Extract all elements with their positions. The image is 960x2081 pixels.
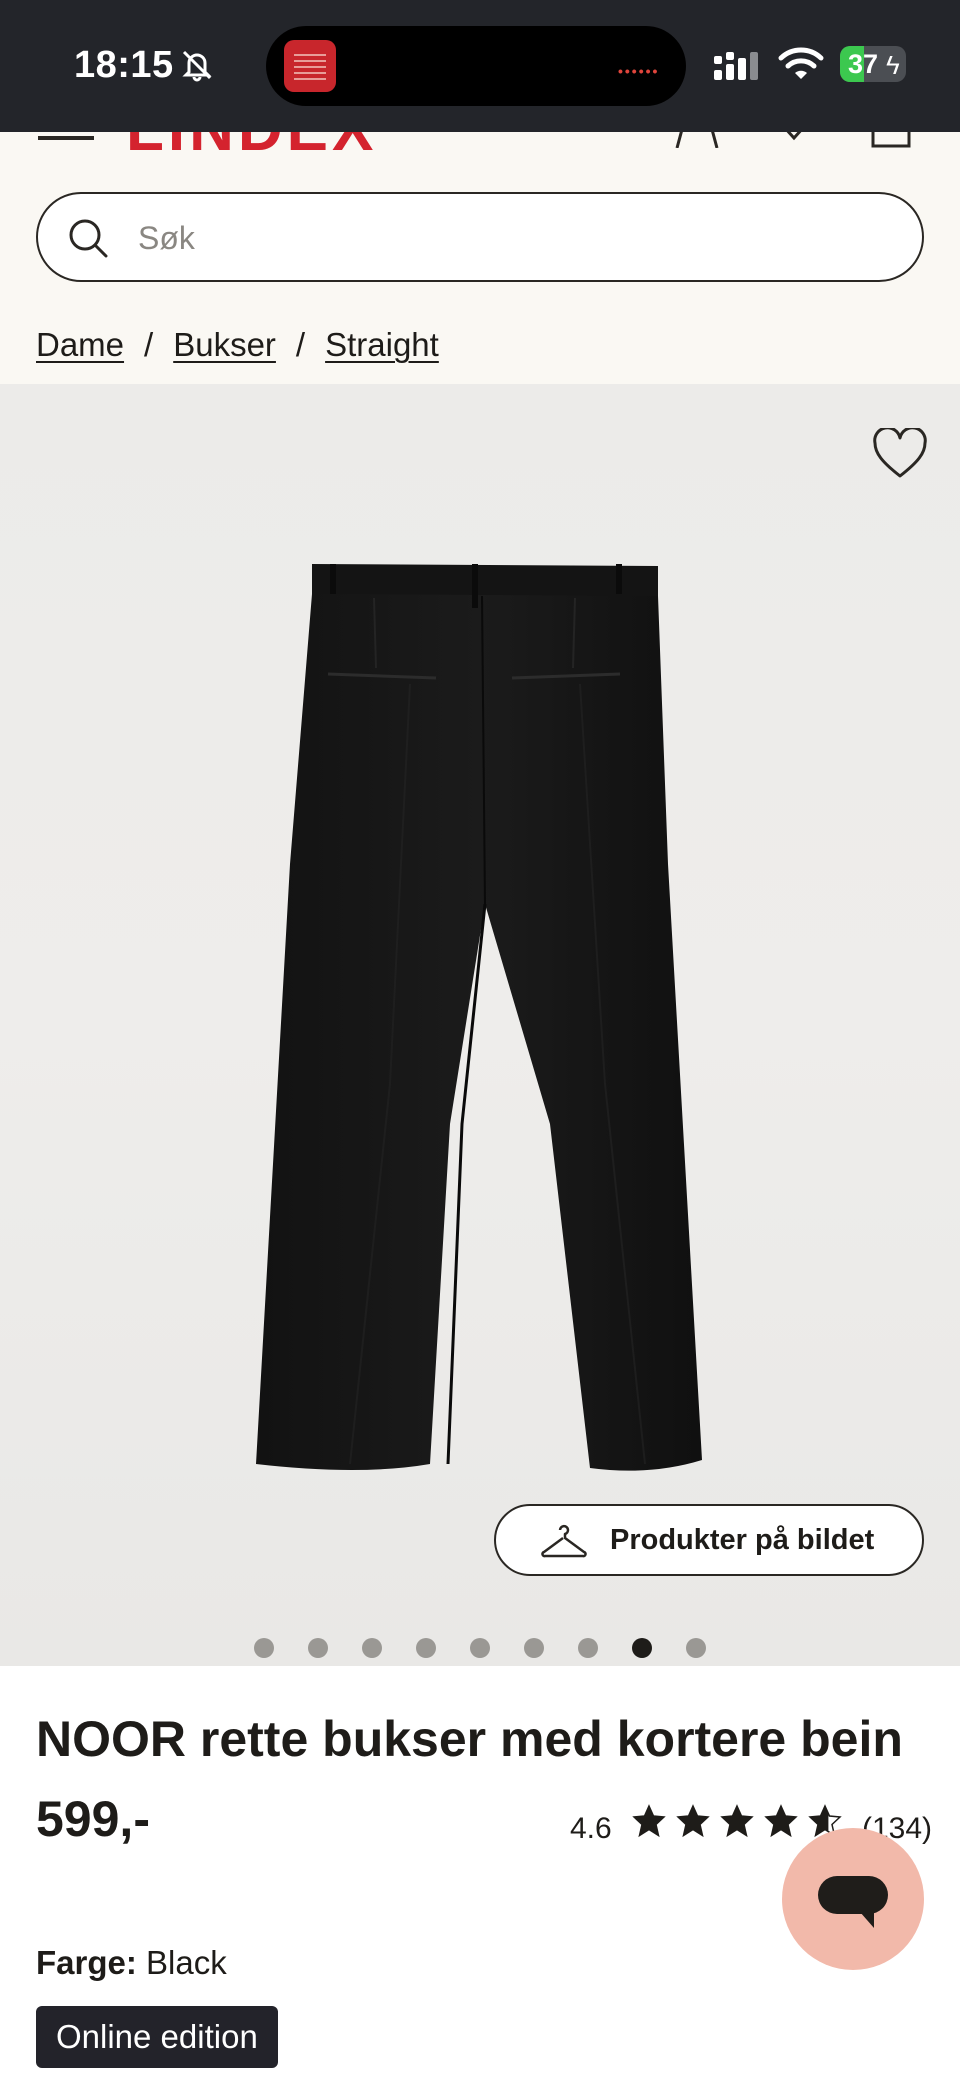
breadcrumb-separator: / — [144, 326, 154, 363]
product-image — [256, 564, 702, 1471]
heart-icon[interactable] — [872, 428, 928, 480]
charging-bolt-icon: ϟ — [886, 50, 900, 80]
rating-value: 4.6 — [570, 1812, 612, 1845]
status-time: 18:15 — [74, 44, 174, 86]
breadcrumb-straight[interactable]: Straight — [325, 326, 439, 364]
gallery-dot[interactable] — [254, 1638, 274, 1658]
breadcrumb: Dame / Bukser / Straight — [36, 326, 439, 364]
battery-percent: 37 — [848, 49, 879, 79]
star-icon — [764, 1804, 798, 1838]
star-icon — [720, 1804, 754, 1838]
gallery-dot[interactable] — [470, 1638, 490, 1658]
gallery-dot[interactable] — [524, 1638, 544, 1658]
site-header: LINDEX Dame / Bukser / Straight — [0, 132, 960, 384]
gallery-dot[interactable] — [632, 1638, 652, 1658]
product-title: NOOR rette bukser med kortere bein — [36, 1711, 903, 1767]
breadcrumb-dame[interactable]: Dame — [36, 326, 124, 364]
dynamic-island: •••••• — [266, 26, 686, 106]
island-activity-dots: •••••• — [618, 63, 660, 79]
chat-icon — [818, 1876, 888, 1928]
color-row: Farge: Black — [36, 1944, 227, 1982]
gallery-dot[interactable] — [416, 1638, 436, 1658]
search-bar[interactable] — [36, 192, 924, 282]
gallery-dot[interactable] — [686, 1638, 706, 1658]
breadcrumb-bukser[interactable]: Bukser — [173, 326, 276, 364]
star-icon — [632, 1804, 666, 1838]
gallery-pagination — [254, 1638, 706, 1658]
heart-icon[interactable] — [774, 132, 814, 148]
battery-indicator: 37 ϟ — [840, 46, 906, 82]
chat-button[interactable] — [782, 1828, 924, 1970]
account-icon[interactable] — [674, 132, 720, 148]
product-price: 599,- — [36, 1791, 150, 1847]
menu-icon[interactable] — [38, 132, 94, 140]
breadcrumb-separator: / — [295, 326, 306, 363]
edition-badge: Online edition — [36, 2006, 278, 2068]
bell-muted-icon — [182, 50, 212, 82]
rating-stars[interactable] — [632, 1804, 842, 1838]
search-icon — [69, 219, 108, 258]
gallery-dot[interactable] — [362, 1638, 382, 1658]
star-icon — [676, 1804, 710, 1838]
product-image-gallery[interactable]: Produkter på bildet — [0, 384, 960, 1666]
wifi-icon — [778, 47, 824, 79]
color-value: Black — [146, 1944, 227, 1981]
search-input[interactable] — [138, 214, 838, 262]
product-info: NOOR rette bukser med kortere bein 599,-… — [0, 1666, 960, 2081]
gallery-dot[interactable] — [308, 1638, 328, 1658]
color-label: Farge: — [36, 1944, 137, 1981]
products-in-image-label: Produkter på bildet — [610, 1524, 875, 1556]
bag-icon[interactable] — [870, 132, 912, 148]
island-app-icon — [284, 40, 336, 92]
brand-logo[interactable]: LINDEX — [126, 132, 377, 165]
hanger-icon — [541, 1524, 587, 1558]
signal-icon — [714, 52, 758, 80]
gallery-dot[interactable] — [578, 1638, 598, 1658]
status-bar: 18:15 •••••• 37 ϟ — [0, 0, 960, 132]
products-in-image-button[interactable]: Produkter på bildet — [494, 1504, 924, 1576]
